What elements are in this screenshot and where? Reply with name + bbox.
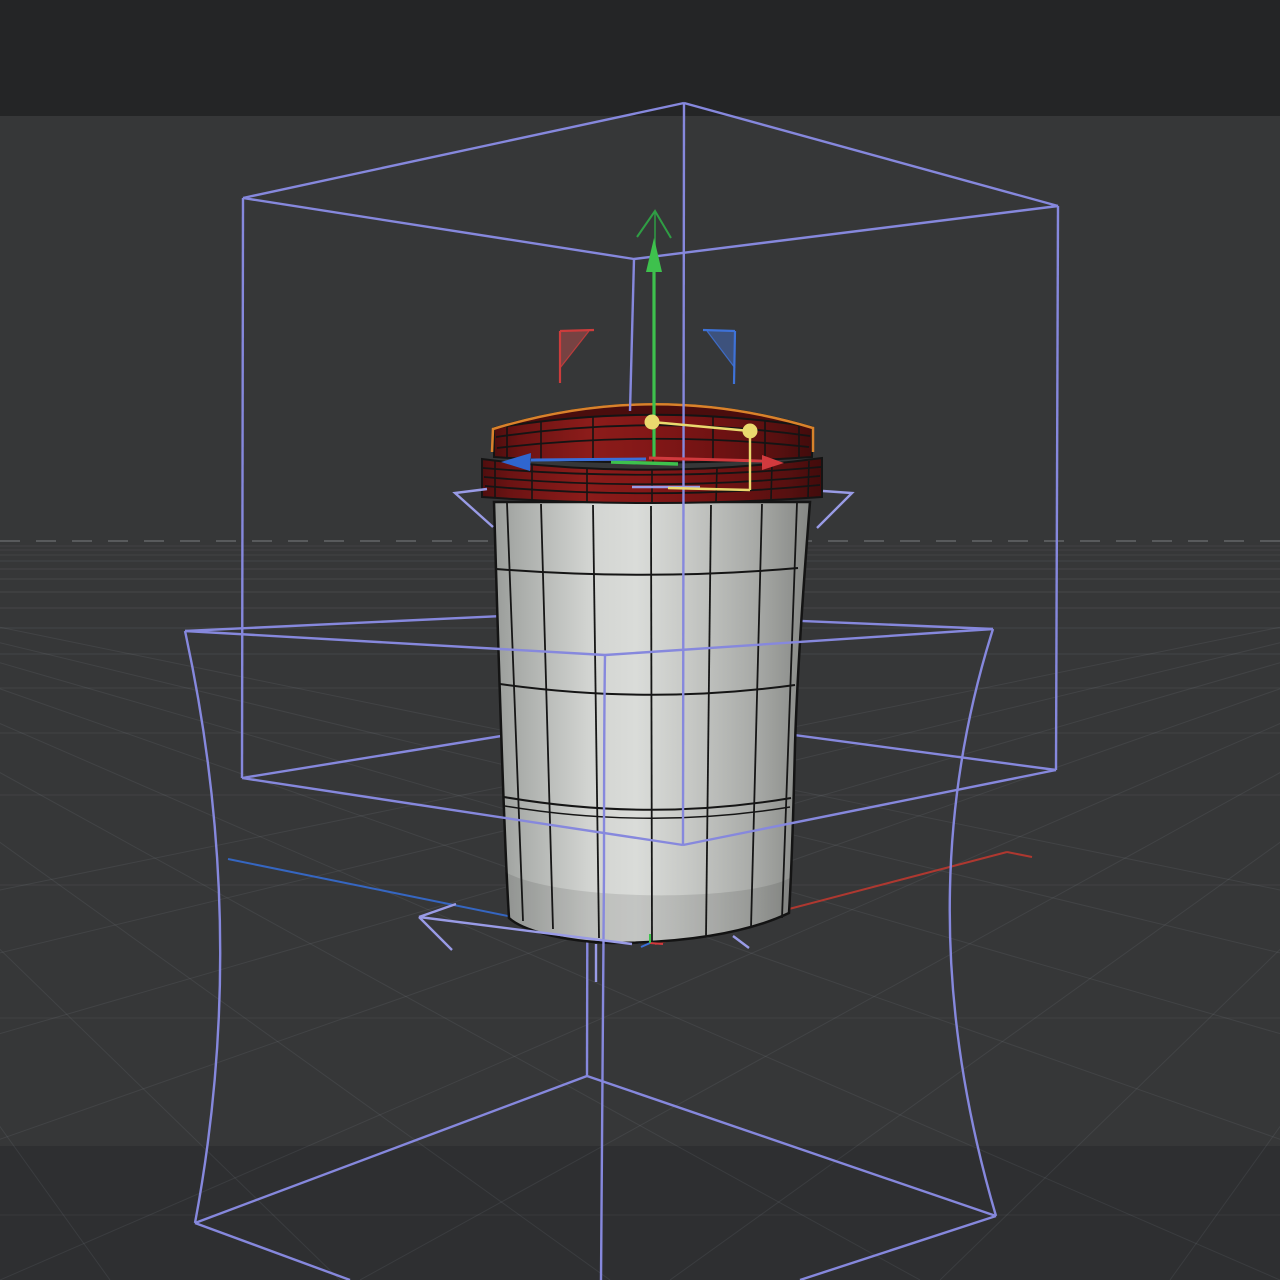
scene-canvas[interactable] [0,0,1280,1280]
cup-body[interactable] [492,500,812,945]
viewport-3d[interactable] [0,0,1280,1280]
